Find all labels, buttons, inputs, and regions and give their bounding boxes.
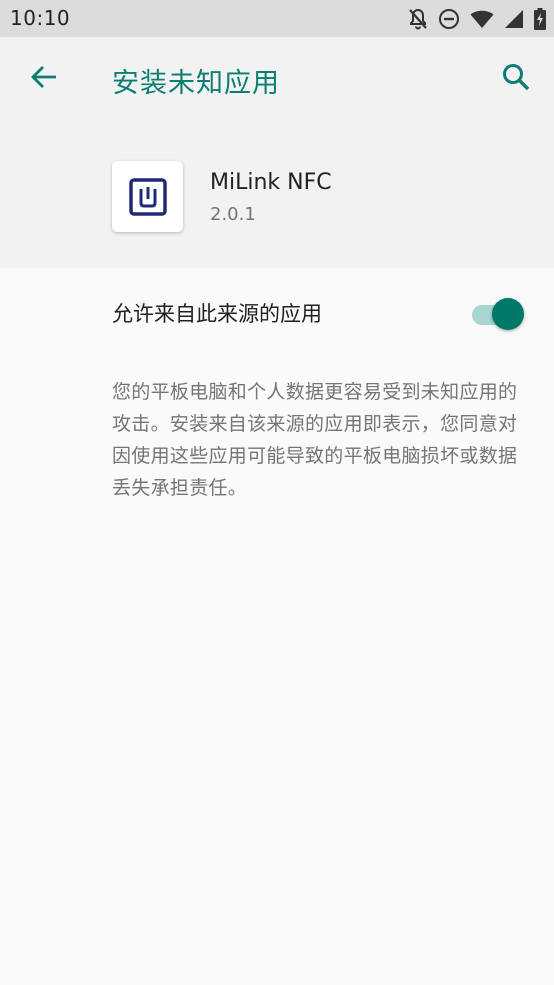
screen: 10:10 安装未知应用 MiLink NFC 2.0.1 允许来自此来源的应用… — [0, 0, 554, 985]
nfc-app-icon — [112, 161, 183, 232]
notifications-off-icon — [408, 8, 428, 30]
app-header: MiLink NFC 2.0.1 — [0, 122, 554, 268]
warning-description: 您的平板电脑和个人数据更容易受到未知应用的攻击。安装来自该来源的应用即表示，您同… — [112, 381, 518, 499]
status-bar: 10:10 — [0, 0, 554, 37]
allow-source-label: 允许来自此来源的应用 — [112, 302, 322, 326]
search-icon — [501, 62, 531, 96]
do-not-disturb-icon — [438, 8, 460, 30]
search-button[interactable] — [496, 59, 536, 99]
allow-source-setting-row[interactable]: 允许来自此来源的应用 — [0, 268, 554, 360]
page-title: 安装未知应用 — [112, 68, 280, 99]
app-bar: 安装未知应用 — [0, 37, 554, 122]
switch-thumb — [492, 298, 524, 330]
back-button[interactable] — [22, 57, 66, 101]
signal-icon — [504, 9, 524, 29]
battery-charging-icon — [534, 8, 546, 30]
status-time: 10:10 — [10, 6, 71, 30]
wifi-icon — [470, 9, 494, 29]
status-icons — [408, 7, 546, 31]
app-version: 2.0.1 — [210, 204, 256, 225]
allow-source-switch[interactable] — [470, 298, 526, 330]
app-name: MiLink NFC — [210, 170, 332, 195]
arrow-back-icon — [29, 62, 59, 96]
